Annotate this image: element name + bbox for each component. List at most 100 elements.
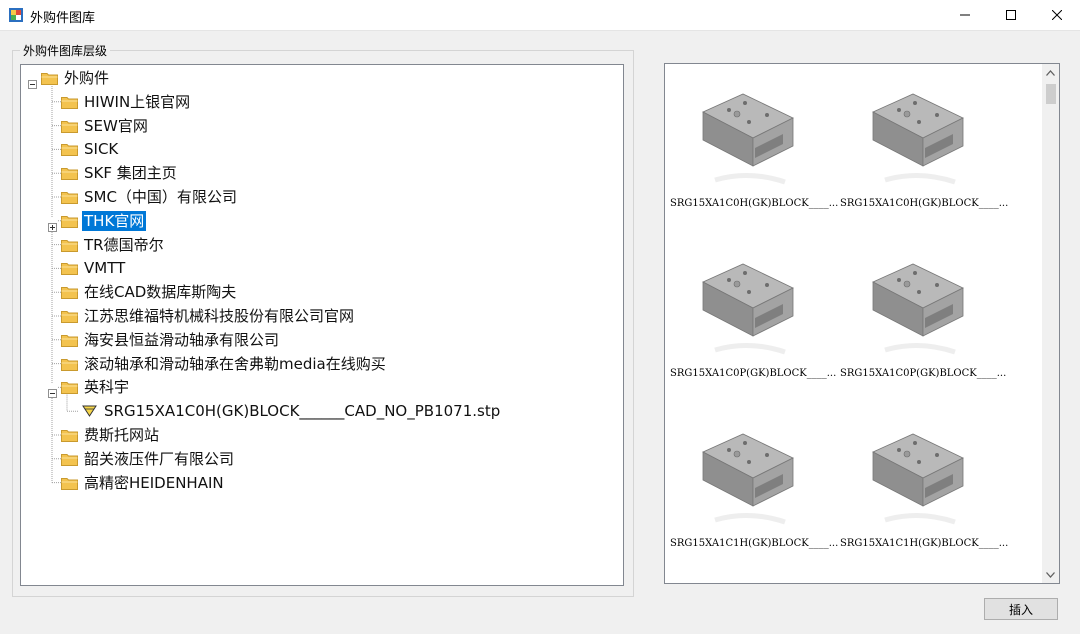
part-thumbnail[interactable]: SRG15XA1C0P(GK)BLOCK____... — [668, 236, 836, 391]
tree-node-label: SRG15XA1C0H(GK)BLOCK______CAD_NO_PB1071.… — [104, 402, 501, 421]
close-icon — [1052, 10, 1062, 20]
part-preview-image — [855, 70, 983, 196]
tree-node-folder[interactable]: SICK — [61, 138, 120, 160]
tree-node-label: SICK — [84, 140, 119, 159]
library-tree-view[interactable]: 外购件 HIWIN上银官网 SEW官网 SICK SKF 集团主页 SMC（中国）有限公司… — [20, 64, 624, 586]
part-caption: SRG15XA1C0P(GK)BLOCK____... — [670, 368, 837, 379]
scroll-up-arrow[interactable] — [1042, 64, 1059, 81]
tree-node-folder[interactable]: TR德国帝尔 — [61, 234, 166, 256]
title-bar: 外购件图库 — [0, 0, 1080, 31]
minimize-icon — [960, 14, 970, 16]
chevron-up-icon — [1046, 69, 1055, 76]
folder-icon — [61, 168, 78, 181]
collapse-toggle-icon[interactable] — [28, 74, 37, 89]
tree-node-folder[interactable]: 高精密HEIDENHAIN — [61, 472, 226, 494]
tree-node-folder[interactable]: SMC（中国）有限公司 — [61, 186, 239, 208]
part-preview-image — [685, 70, 813, 196]
linear-block-icon — [855, 240, 983, 366]
scroll-thumb[interactable] — [1046, 84, 1056, 104]
tree-node-label: VMTT — [84, 259, 126, 278]
part-thumbnail[interactable]: SRG15XA1C1H(GK)BLOCK____... — [668, 406, 838, 561]
tree-node-file[interactable]: SRG15XA1C0H(GK)BLOCK______CAD_NO_PB1071.… — [81, 400, 502, 422]
minimize-button[interactable] — [942, 0, 988, 30]
window-title: 外购件图库 — [30, 11, 96, 26]
close-button[interactable] — [1034, 0, 1080, 30]
folder-icon — [61, 287, 78, 300]
tree-node-label: 英科宇 — [84, 378, 130, 397]
tree-node-label: SMC（中国）有限公司 — [84, 188, 237, 206]
tree-node-label: 韶关液压件厂有限公司 — [84, 449, 235, 468]
tree-node-label: 海安县恒益滑动轴承有限公司 — [84, 330, 280, 349]
folder-icon — [61, 430, 78, 442]
part-preview-image — [685, 410, 813, 536]
linear-block-icon — [855, 70, 983, 196]
tree-node-folder[interactable]: HIWIN上银官网 — [61, 91, 192, 113]
folder-icon — [61, 144, 78, 157]
folder-icon — [61, 477, 78, 490]
part-thumbnail[interactable]: SRG15XA1C0H(GK)BLOCK____... — [838, 66, 1008, 221]
linear-block-icon — [685, 240, 813, 366]
tree-node-folder[interactable]: VMTT — [61, 257, 127, 279]
part-caption: SRG15XA1C0P(GK)BLOCK____... — [840, 368, 1007, 379]
group-label: 外购件图库层级 — [20, 42, 111, 59]
preview-scrollbar[interactable] — [1042, 64, 1059, 583]
folder-icon — [61, 382, 78, 395]
stp-file-icon — [82, 405, 97, 418]
folder-icon — [61, 358, 78, 371]
folder-icon — [41, 73, 58, 85]
scroll-down-arrow[interactable] — [1042, 566, 1059, 583]
part-preview-image — [855, 240, 983, 366]
part-thumbnail[interactable]: SRG15XA1C0P(GK)BLOCK____... — [838, 236, 1006, 391]
tree-node-folder[interactable]: 英科宇 — [61, 376, 131, 398]
insert-button[interactable]: 插入 — [984, 598, 1058, 620]
tree-node-label: SEW官网 — [84, 116, 148, 135]
tree-node-label: HIWIN上银官网 — [84, 92, 191, 111]
maximize-button[interactable] — [988, 0, 1034, 30]
tree-node-label: 费斯托网站 — [84, 426, 160, 444]
tree-node-folder[interactable]: SKF 集团主页 — [61, 162, 179, 184]
folder-icon — [61, 334, 78, 347]
part-thumbnail[interactable]: SRG15XA1C0H(GK)BLOCK____... — [668, 66, 838, 221]
linear-block-icon — [685, 410, 813, 536]
tree-node-folder[interactable]: THK官网 — [61, 209, 148, 232]
part-preview-image — [685, 240, 813, 366]
part-preview-image — [855, 410, 983, 536]
folder-icon — [61, 215, 78, 228]
linear-block-icon — [685, 70, 813, 196]
chevron-down-icon — [1046, 571, 1055, 578]
tree-node-label: 江苏思维福特机械科技股份有限公司官网 — [84, 307, 355, 325]
part-caption: SRG15XA1C1H(GK)BLOCK____... — [840, 538, 1009, 549]
tree-node-folder[interactable]: 在线CAD数据库斯陶夫 — [61, 281, 238, 303]
folder-icon — [61, 192, 78, 204]
tree-node-label: THK官网 — [80, 209, 148, 232]
tree-node-label: 高精密HEIDENHAIN — [84, 473, 224, 492]
tree-node-folder[interactable]: 海安县恒益滑动轴承有限公司 — [61, 329, 281, 351]
maximize-icon — [1006, 10, 1016, 20]
folder-icon — [61, 239, 78, 252]
folder-icon — [61, 311, 78, 323]
part-thumbnail[interactable]: SRG15XA1C1H(GK)BLOCK____... — [838, 406, 1008, 561]
app-icon — [9, 8, 23, 22]
expand-toggle-icon[interactable] — [48, 216, 57, 232]
part-caption: SRG15XA1C0H(GK)BLOCK____... — [670, 198, 839, 209]
tree-node-label: 在线CAD数据库斯陶夫 — [84, 283, 237, 302]
preview-panel[interactable]: SRG15XA1C0H(GK)BLOCK____... SRG15XA1C0H(G… — [664, 63, 1060, 584]
folder-icon — [61, 96, 78, 109]
tree-node-folder[interactable]: 江苏思维福特机械科技股份有限公司官网 — [61, 305, 356, 327]
linear-block-icon — [855, 410, 983, 536]
tree-node-folder[interactable]: 费斯托网站 — [61, 424, 161, 446]
tree-node-label: TR德国帝尔 — [84, 235, 164, 254]
collapse-toggle-icon[interactable] — [48, 383, 57, 399]
folder-icon — [61, 453, 78, 466]
tree-node-label: 外购件 — [64, 69, 110, 87]
part-caption: SRG15XA1C1H(GK)BLOCK____... — [670, 538, 839, 549]
folder-icon — [61, 263, 78, 276]
tree-node-folder[interactable]: SEW官网 — [61, 115, 150, 137]
tree-node-label: 滚动轴承和滑动轴承在舍弗勒media在线购买 — [84, 354, 386, 373]
tree-node-folder[interactable]: 韶关液压件厂有限公司 — [61, 448, 236, 470]
folder-icon — [61, 120, 78, 133]
part-caption: SRG15XA1C0H(GK)BLOCK____... — [840, 198, 1009, 209]
tree-node-folder[interactable]: 滚动轴承和滑动轴承在舍弗勒media在线购买 — [61, 353, 388, 375]
tree-node-label: SKF 集团主页 — [84, 164, 177, 183]
tree-node-root[interactable]: 外购件 — [41, 67, 111, 89]
